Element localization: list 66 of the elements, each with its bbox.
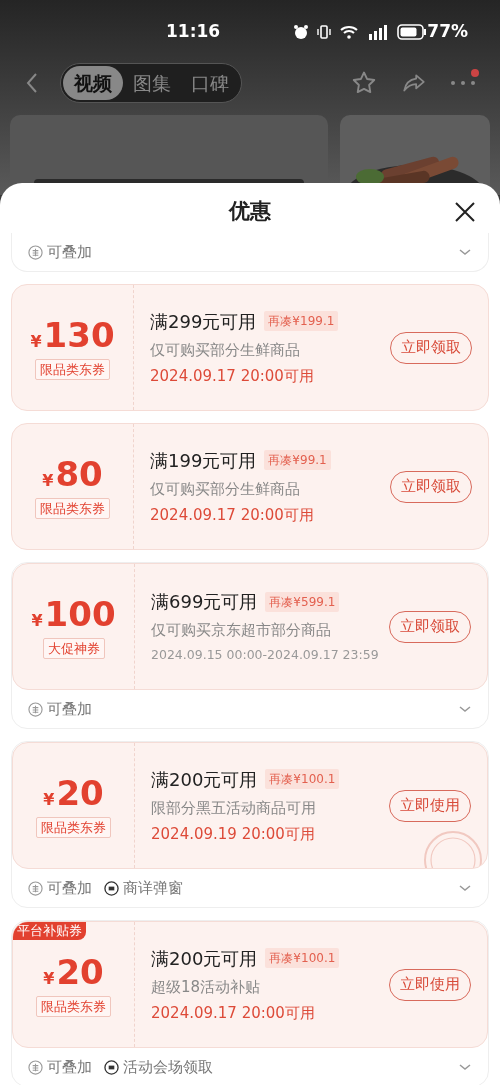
coupon-tag: 可叠加 (47, 1055, 92, 1079)
view-tab[interactable]: 口碑 (181, 66, 239, 100)
gap-amount: 再凑¥99.1 (264, 450, 331, 470)
coupon-type: 限品类东券 (36, 816, 111, 839)
coupon-condition: 满699元可用 (151, 590, 258, 615)
view-tab[interactable]: 图集 (123, 66, 181, 100)
coupon-tag: 活动会场领取 (123, 1055, 213, 1079)
coupon-amount: 80 (55, 453, 103, 494)
popup-icon (104, 880, 119, 896)
coupon-amount: 100 (44, 593, 116, 634)
coupon-scope: 仅可购买京东超市部分商品 (151, 620, 332, 642)
validity-time: 2024.09.19 20:00可用 (151, 824, 316, 845)
alarm-icon (293, 23, 310, 40)
more-icon[interactable] (450, 79, 476, 87)
stack-icon (28, 244, 43, 260)
coupon-condition: 满200元可用 (151, 767, 258, 792)
coupon-condition: 满200元可用 (151, 946, 258, 971)
coupon-scope: 仅可购买部分生鲜商品 (150, 478, 301, 500)
coupon-amount: 20 (56, 772, 104, 813)
back-icon[interactable] (24, 71, 40, 95)
coupon-tag: 可叠加 (47, 240, 92, 264)
coupon-scope: 仅可购买部分生鲜商品 (150, 339, 301, 361)
stack-icon (28, 880, 43, 896)
coupon-condition: 满299元可用 (150, 309, 257, 334)
wifi-icon (339, 23, 360, 40)
currency-sign: ¥ (30, 330, 42, 353)
coupon-condition: 满199元可用 (150, 448, 257, 473)
stack-icon (28, 701, 43, 717)
signal-icon (367, 23, 390, 40)
gap-amount: 再凑¥199.1 (264, 311, 339, 331)
coupon-amount: 20 (56, 951, 104, 992)
gap-amount: 再凑¥100.1 (265, 948, 340, 968)
coupon-tag: 可叠加 (47, 697, 92, 721)
coupon-type: 限品类东券 (35, 358, 110, 381)
currency-sign: ¥ (43, 788, 55, 811)
chevron-down-icon[interactable] (458, 883, 472, 893)
gap-amount: 再凑¥599.1 (265, 591, 340, 612)
coupon-scope: 限部分黑五活动商品可用 (151, 797, 317, 819)
coupon-type: 大促神券 (42, 637, 105, 660)
coupon-amount: 130 (43, 314, 115, 355)
coupon-type: 限品类东券 (36, 995, 111, 1018)
coupon-tag: 商详弹窗 (123, 876, 183, 900)
status-time: 11:16 (166, 19, 221, 43)
gap-amount: 再凑¥100.1 (265, 769, 340, 789)
view-tab[interactable]: 视频 (63, 66, 123, 100)
currency-sign: ¥ (31, 609, 43, 632)
chevron-down-icon[interactable] (458, 1062, 472, 1072)
coupon-tag: 可叠加 (47, 876, 92, 900)
close-icon[interactable] (454, 201, 476, 223)
chevron-down-icon[interactable] (458, 704, 472, 714)
currency-sign: ¥ (43, 967, 55, 990)
currency-sign: ¥ (42, 469, 54, 492)
validity-time: 2024.09.17 20:00可用 (151, 1003, 316, 1024)
validity-time: 2024.09.17 20:00可用 (150, 505, 315, 526)
ribbon-label: 平台补贴券 (13, 922, 86, 940)
coupon-type: 限品类东券 (35, 497, 110, 520)
battery-icon (397, 23, 428, 40)
vibrate-icon (317, 23, 332, 40)
validity-time: 2024.09.17 20:00可用 (150, 366, 315, 387)
chevron-down-icon[interactable] (458, 247, 472, 257)
sheet-title: 优惠 (229, 198, 271, 226)
battery-level: 77% (427, 19, 468, 43)
stack-icon (28, 1059, 43, 1075)
coupon-scope: 超级18活动补贴 (151, 976, 262, 998)
validity-period: 2024.09.15 00:00-2024.09.17 23:59 (151, 645, 380, 664)
popup-icon (104, 1059, 119, 1075)
